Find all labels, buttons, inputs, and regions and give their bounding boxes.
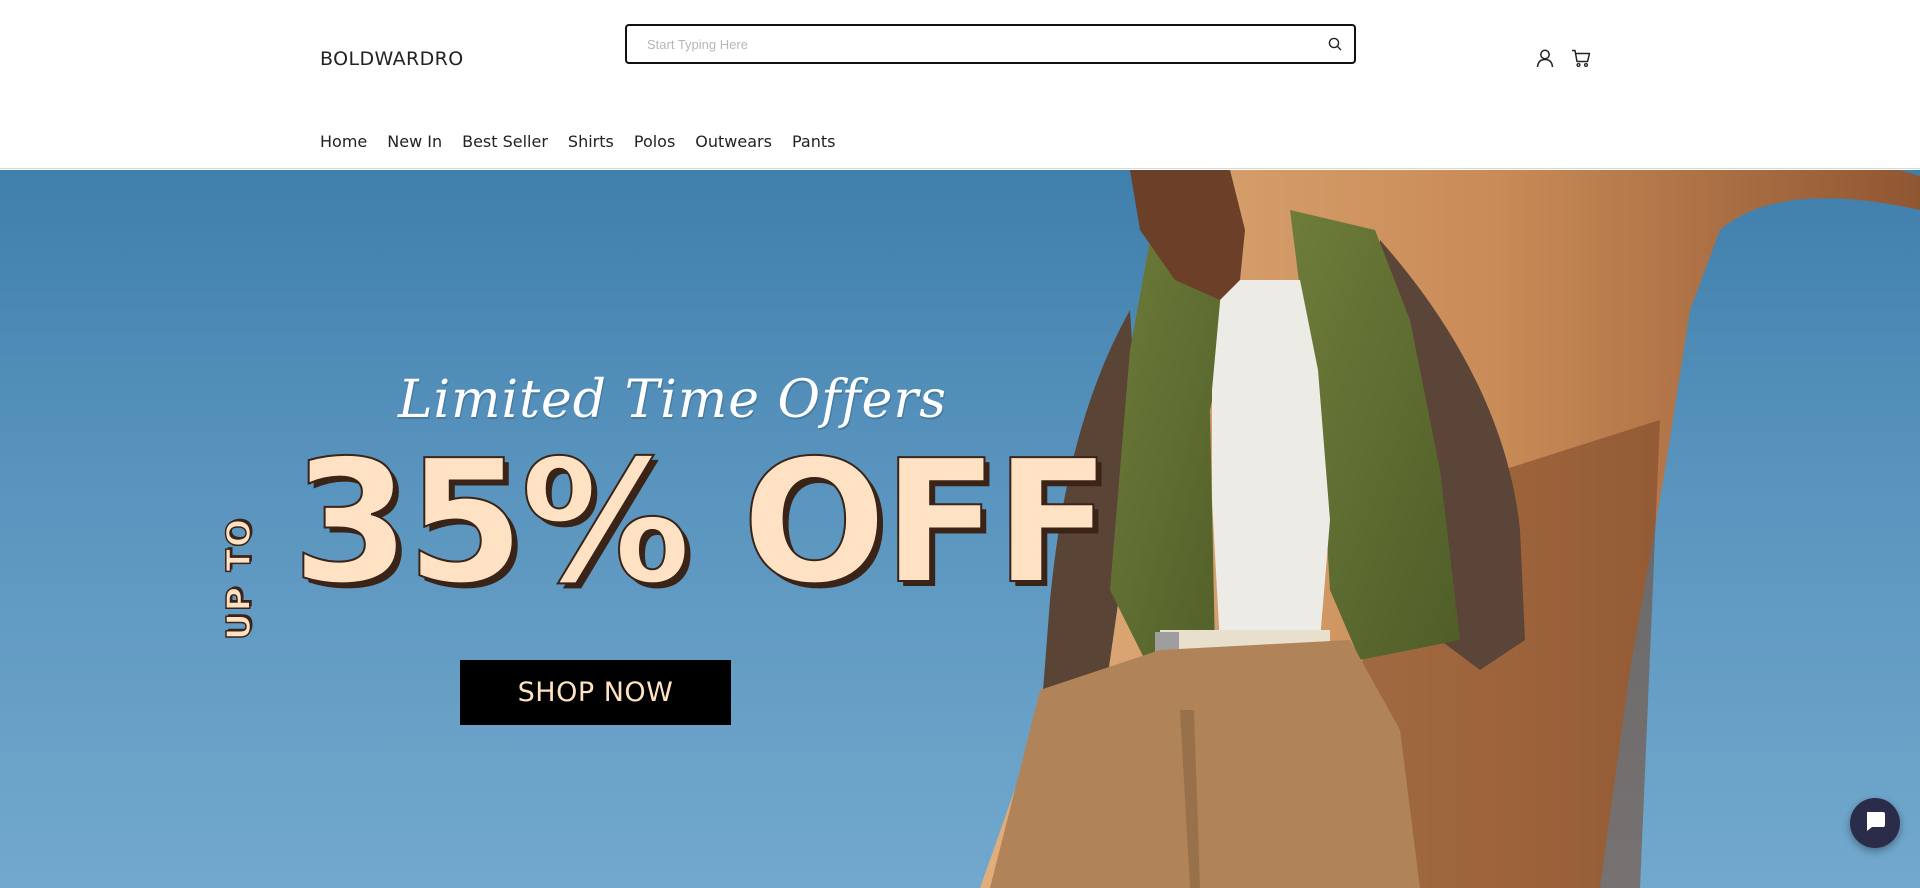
search-icon[interactable] bbox=[1326, 35, 1344, 53]
chat-bubble-icon bbox=[1863, 809, 1887, 837]
chat-widget-button[interactable] bbox=[1850, 798, 1900, 848]
header-actions bbox=[1534, 47, 1592, 69]
brand-logo[interactable]: BOLDWARDRO bbox=[320, 48, 464, 70]
nav-item-polos[interactable]: Polos bbox=[634, 132, 675, 151]
cart-icon[interactable] bbox=[1570, 47, 1592, 69]
nav-item-shirts[interactable]: Shirts bbox=[568, 132, 614, 151]
hero-script-headline: Limited Time Offers bbox=[398, 370, 947, 430]
search-input[interactable] bbox=[647, 33, 1287, 55]
nav-item-new-in[interactable]: New In bbox=[387, 132, 442, 151]
shop-now-button[interactable]: SHOP NOW bbox=[460, 660, 731, 725]
hero-upto-label: UP TO bbox=[218, 516, 259, 641]
nav-item-outwears[interactable]: Outwears bbox=[695, 132, 772, 151]
hero-discount-headline: 35% OFF bbox=[291, 424, 1112, 622]
site-header: BOLDWARDRO Home New In Best Seller Shirt… bbox=[0, 0, 1920, 169]
user-icon[interactable] bbox=[1534, 47, 1556, 69]
hero-banner[interactable]: Limited Time Offers UP TO 35% OFF SHOP N… bbox=[0, 170, 1920, 888]
nav-item-best-seller[interactable]: Best Seller bbox=[462, 132, 548, 151]
search-bar bbox=[625, 24, 1356, 64]
nav-item-pants[interactable]: Pants bbox=[792, 132, 835, 151]
main-nav: Home New In Best Seller Shirts Polos Out… bbox=[320, 132, 835, 151]
nav-item-home[interactable]: Home bbox=[320, 132, 367, 151]
